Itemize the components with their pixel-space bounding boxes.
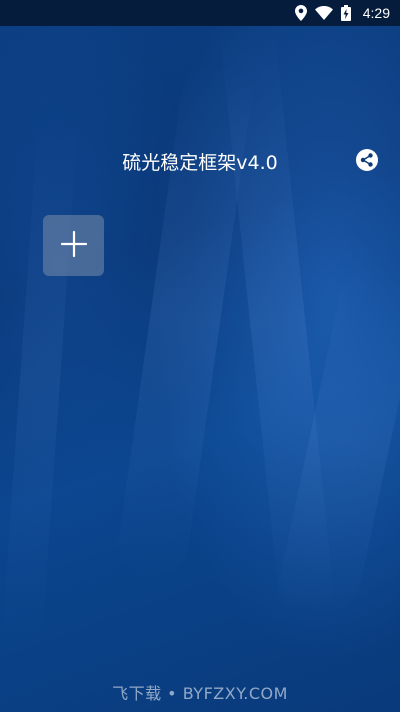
share-icon: [356, 149, 378, 175]
plus-icon: [60, 230, 88, 262]
app-title: 硫光稳定框架v4.0: [122, 152, 278, 174]
status-time: 4:29: [362, 5, 390, 21]
battery-charging-icon: [340, 5, 351, 21]
background: [0, 0, 400, 712]
add-button[interactable]: [43, 215, 104, 276]
watermark-text: 飞下载 • BYFZXY.COM: [112, 684, 288, 703]
location-icon: [294, 5, 307, 21]
share-button[interactable]: [355, 149, 379, 175]
wifi-icon: [314, 6, 333, 20]
background-light-streak: [1, 119, 79, 641]
status-bar: 4:29: [0, 0, 400, 26]
status-icons: 4:29: [294, 5, 390, 21]
